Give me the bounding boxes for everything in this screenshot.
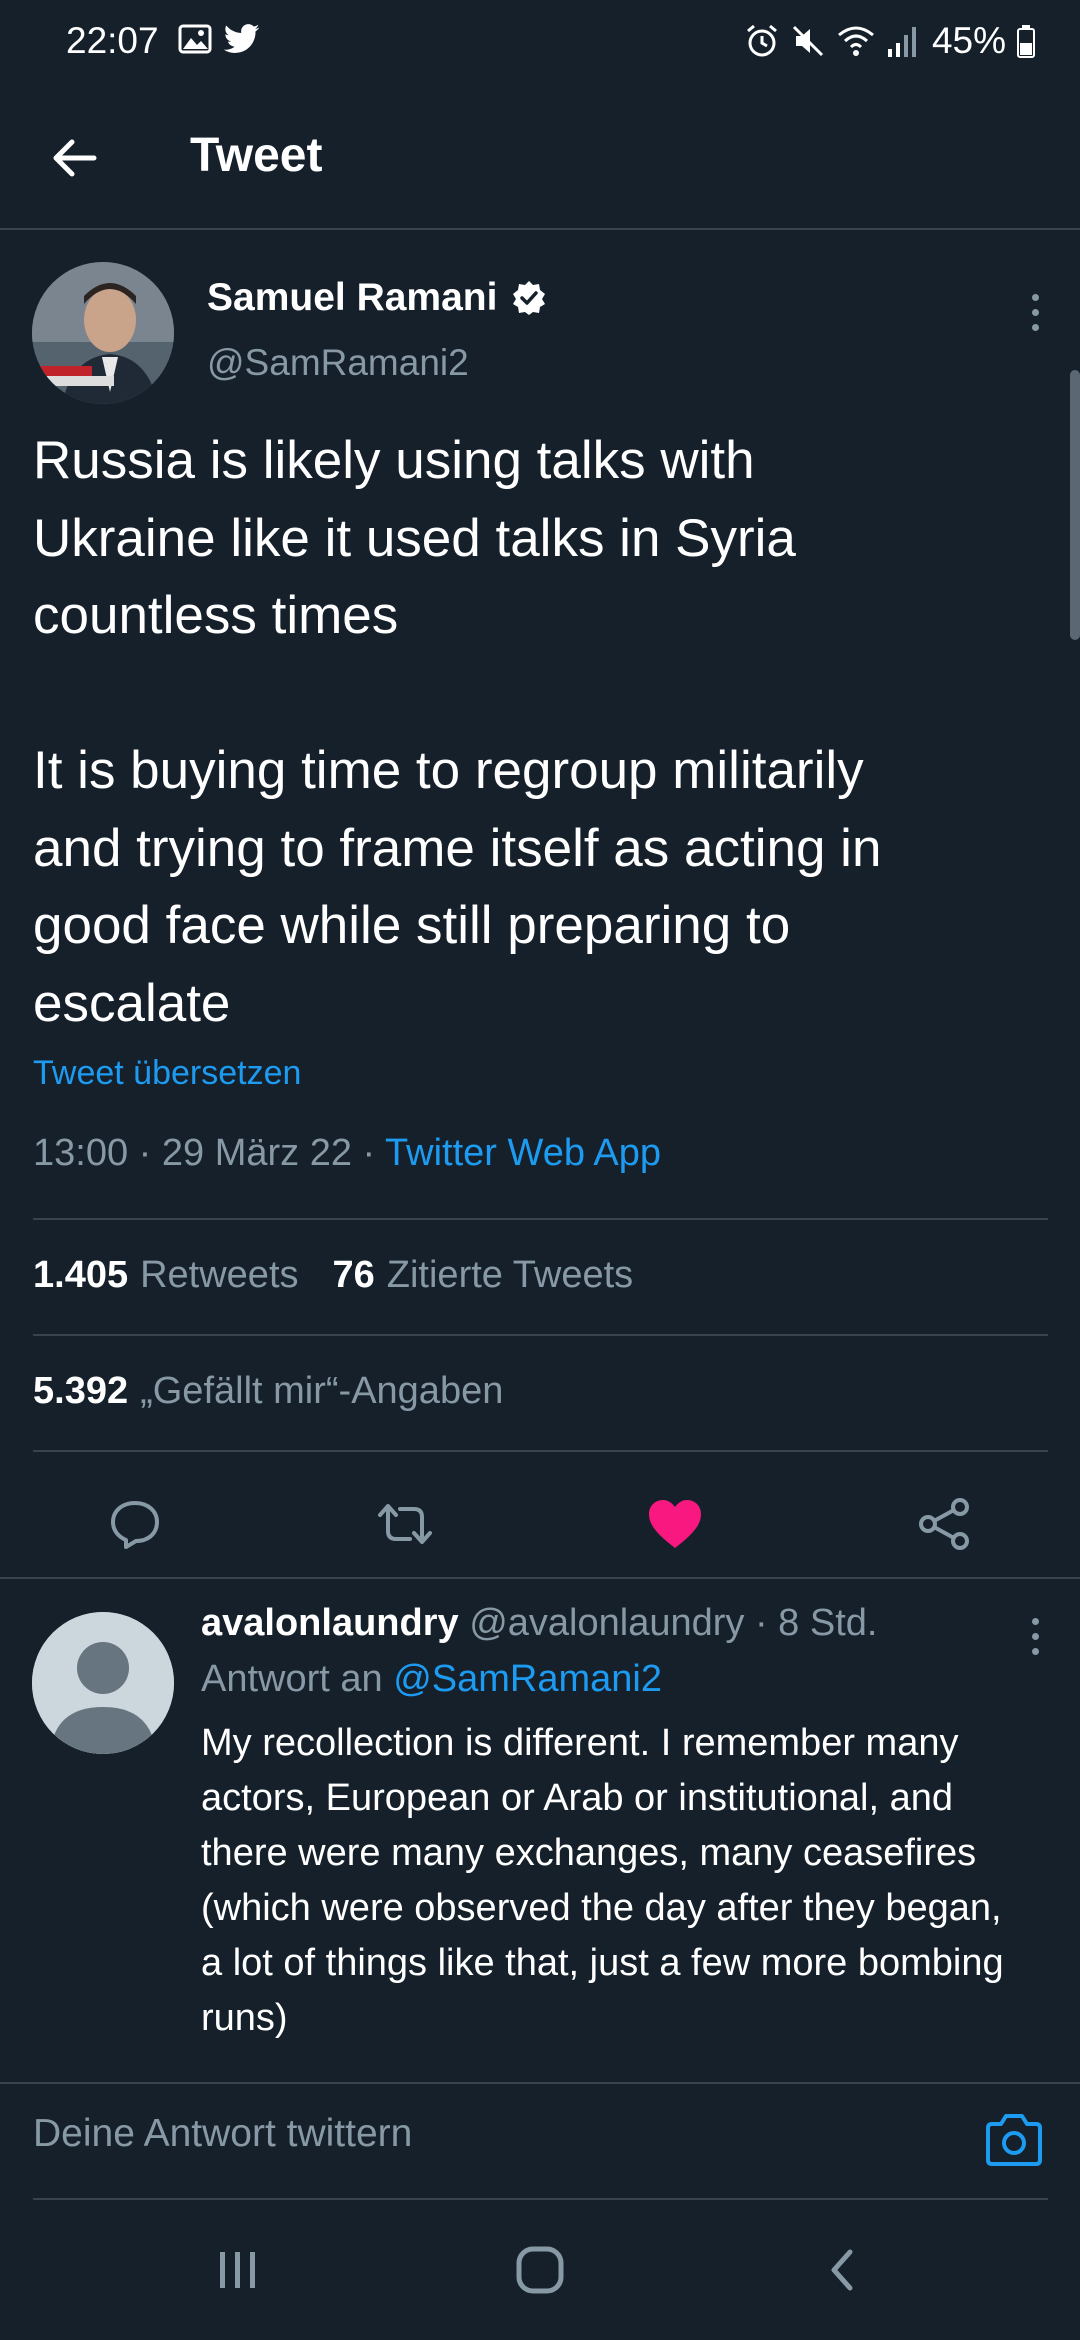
likes-count: 5.392 bbox=[33, 1370, 129, 1412]
gallery-icon bbox=[178, 24, 212, 54]
quotes-count: 76 bbox=[332, 1254, 375, 1296]
share-button[interactable] bbox=[915, 1494, 975, 1554]
more-dot bbox=[1031, 1647, 1039, 1655]
quotes-stat[interactable]: 76 Zitierte Tweets bbox=[333, 1254, 634, 1297]
author-handle[interactable]: @SamRamani2 bbox=[207, 342, 469, 384]
retweets-label: Retweets bbox=[140, 1254, 299, 1296]
arrow-left-icon bbox=[53, 139, 97, 177]
default-avatar-graphic bbox=[32, 1612, 174, 1754]
tweet-meta: 13:00 · 29 März 22 · Twitter Web App bbox=[33, 1132, 661, 1175]
tweet-source-link[interactable]: Twitter Web App bbox=[385, 1132, 661, 1174]
more-dot bbox=[1031, 308, 1039, 316]
page-title: Tweet bbox=[190, 129, 323, 182]
share-icon bbox=[919, 1498, 969, 1550]
app-header: Tweet bbox=[0, 90, 1080, 230]
wifi-icon bbox=[837, 26, 874, 56]
camera-button[interactable] bbox=[984, 2112, 1044, 2172]
more-vertical-icon bbox=[1031, 293, 1039, 301]
camera-icon bbox=[986, 2114, 1042, 2166]
reply-to-line: Antwort an @SamRamani2 bbox=[201, 1658, 662, 1701]
home-button[interactable] bbox=[510, 2240, 570, 2300]
more-options-button[interactable] bbox=[1020, 282, 1050, 342]
home-icon bbox=[516, 2246, 564, 2294]
profile-photo bbox=[32, 262, 174, 404]
like-button[interactable] bbox=[645, 1494, 705, 1554]
status-left-icons bbox=[178, 24, 260, 54]
signal-icon bbox=[887, 27, 916, 57]
divider bbox=[0, 1577, 1080, 1579]
reply-author-meta: @avalonlaundry · 8 Std. bbox=[458, 1602, 878, 1644]
back-button[interactable] bbox=[44, 128, 104, 188]
tweet-text: Russia is likely using talks with Ukrain… bbox=[33, 431, 882, 1033]
like-icon bbox=[649, 1500, 701, 1548]
retweet-button[interactable] bbox=[375, 1494, 435, 1554]
mute-icon bbox=[792, 25, 823, 57]
more-dot bbox=[1031, 1632, 1039, 1640]
recent-apps-button[interactable] bbox=[208, 2240, 268, 2300]
translate-tweet-link[interactable]: Tweet übersetzen bbox=[33, 1054, 301, 1093]
scrollbar[interactable] bbox=[1070, 370, 1080, 640]
author-name[interactable]: Samuel Ramani bbox=[207, 276, 497, 320]
divider bbox=[33, 1450, 1048, 1452]
status-bar: 22:07 45% bbox=[0, 0, 1080, 90]
battery-percent: 45% bbox=[931, 20, 1006, 61]
back-nav-button[interactable] bbox=[812, 2240, 872, 2300]
recent-apps-icon bbox=[220, 2252, 255, 2288]
twitter-bird-icon bbox=[224, 24, 260, 53]
reply-text: My recollection is different. I remember… bbox=[201, 1722, 1004, 2039]
back-nav-icon bbox=[831, 2249, 853, 2291]
likes-label: „Gefällt mir“-Angaben bbox=[140, 1370, 504, 1412]
quotes-label: Zitierte Tweets bbox=[386, 1254, 634, 1296]
retweet-icon bbox=[378, 1504, 432, 1544]
battery-icon bbox=[1017, 25, 1035, 58]
system-nav-bar bbox=[0, 2200, 1080, 2340]
tweet-actions bbox=[0, 1472, 1080, 1572]
reply-more-options-button[interactable] bbox=[1020, 1606, 1050, 1666]
default-avatar-icon[interactable] bbox=[32, 1612, 174, 1754]
more-dot bbox=[1031, 323, 1039, 331]
reply-header: avalonlaundry @avalonlaundry · 8 Std. bbox=[201, 1602, 877, 1645]
retweets-count: 1.405 bbox=[33, 1254, 129, 1296]
divider bbox=[33, 1218, 1048, 1220]
verified-badge-icon bbox=[513, 281, 546, 315]
screen: 22:07 45% Tweet Samuel Ramani @SamRamani… bbox=[0, 0, 1080, 2340]
status-right-icons: 45% bbox=[744, 20, 1036, 62]
reply-compose-input[interactable]: Deine Antwort twittern bbox=[33, 2112, 412, 2156]
author-name-row[interactable]: Samuel Ramani bbox=[207, 276, 547, 320]
status-time: 22:07 bbox=[66, 20, 159, 61]
avatar[interactable] bbox=[32, 262, 174, 404]
reply-button[interactable] bbox=[105, 1494, 165, 1554]
divider bbox=[33, 1334, 1048, 1336]
reply-tweet[interactable]: avalonlaundry @avalonlaundry · 8 Std. An… bbox=[0, 1580, 1080, 2080]
compose-bar: Deine Antwort twittern bbox=[0, 2082, 1080, 2202]
reply-author-name[interactable]: avalonlaundry bbox=[201, 1602, 459, 1644]
reply-to-mention[interactable]: @SamRamani2 bbox=[393, 1658, 662, 1700]
retweets-stat[interactable]: 1.405 Retweets bbox=[33, 1254, 299, 1297]
likes-stats[interactable]: 5.392 „Gefällt mir“-Angaben bbox=[33, 1370, 503, 1413]
alarm-icon bbox=[746, 24, 777, 57]
more-vertical-icon bbox=[1031, 1617, 1039, 1625]
tweet-timestamp: 13:00 · 29 März 22 · bbox=[33, 1132, 386, 1174]
reply-to-label: Antwort an bbox=[201, 1658, 394, 1700]
reply-icon bbox=[111, 1501, 159, 1549]
retweet-stats: 1.405 Retweets 76 Zitierte Tweets bbox=[33, 1254, 633, 1297]
